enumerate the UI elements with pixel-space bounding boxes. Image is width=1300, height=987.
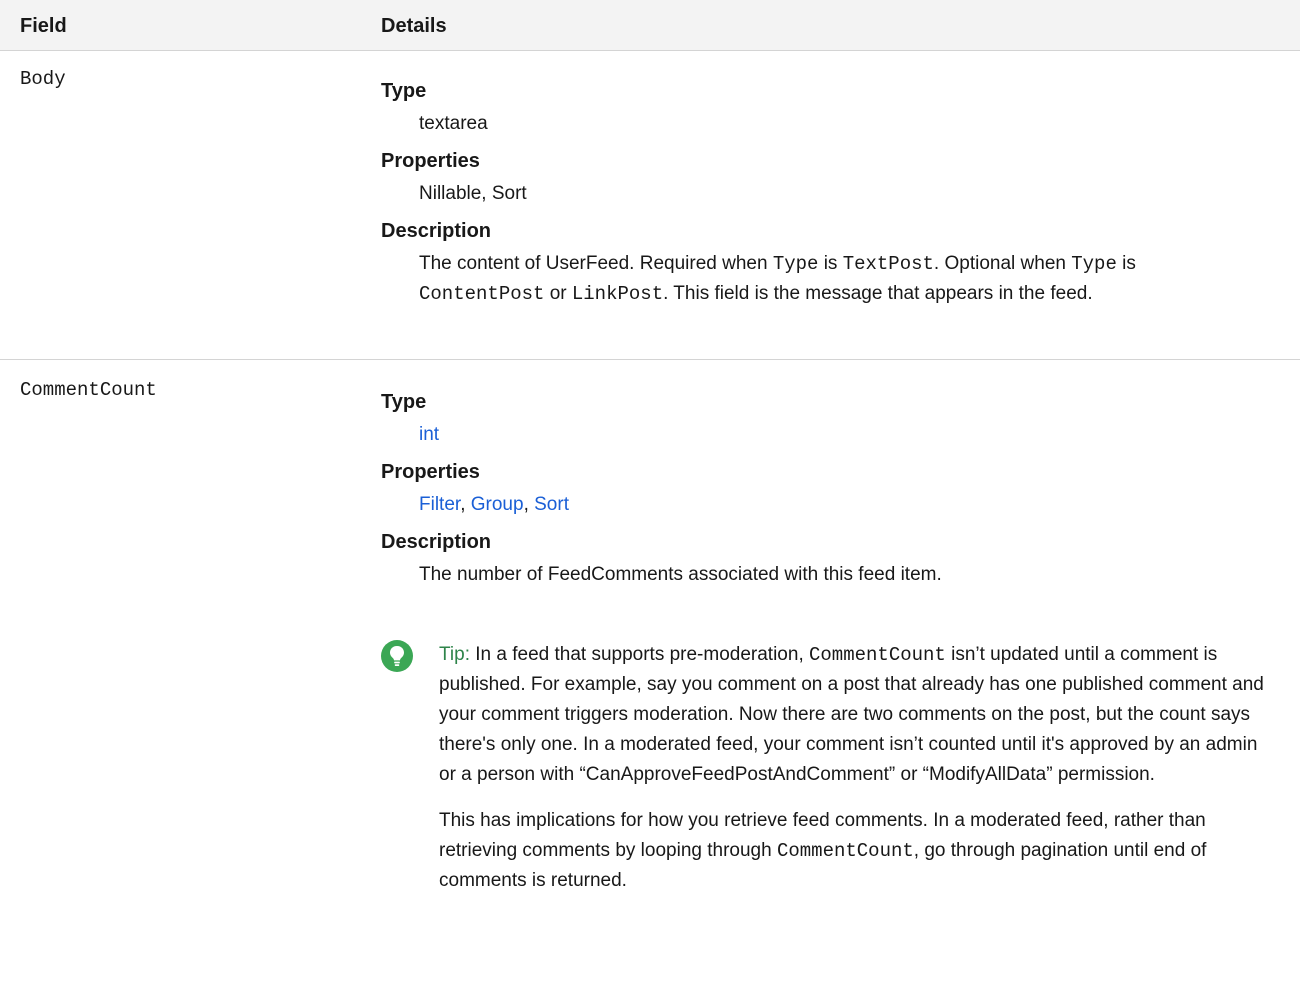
desc-text: is [1116,253,1136,274]
separator: , [460,494,471,515]
code-contentpost: ContentPost [419,283,545,305]
properties-links: Filter, Group, Sort [419,490,1281,520]
type-label: Type [381,80,427,102]
lightbulb-icon [381,640,413,672]
details-commentcount: Type int Properties Filter, Group, Sort … [381,390,1281,600]
desc-text: is [818,253,843,274]
properties-block: Properties Filter, Group, Sort [381,460,1281,520]
description-text: The content of UserFeed. Required when T… [419,249,1281,309]
properties-block: Properties Nillable, Sort [381,149,1281,209]
code-linkpost: LinkPost [571,283,664,305]
column-header-field: Field [20,15,67,37]
description-label: Description [381,531,492,553]
code-commentcount: CommentCount [776,840,914,862]
property-link-filter[interactable]: Filter [419,494,460,515]
property-link-sort[interactable]: Sort [534,494,569,515]
desc-text: or [544,283,572,304]
properties-label: Properties [381,150,480,172]
properties-value: Nillable, Sort [419,183,527,204]
description-label: Description [381,220,492,242]
code-commentcount: CommentCount [809,644,946,666]
description-text: The number of FeedComments associated wi… [419,564,942,585]
row-divider [0,359,1300,360]
code-type: Type [1071,253,1117,275]
code-textpost: TextPost [842,253,934,275]
tip-body: Tip: In a feed that supports pre-moderat… [439,640,1269,912]
type-link-int[interactable]: int [419,424,439,445]
field-name-body: Body [20,68,66,90]
desc-text: . This field is the message that appears… [663,283,1093,304]
description-block: Description The number of FeedComments a… [381,530,1281,590]
property-link-group[interactable]: Group [471,494,524,515]
column-header-details: Details [381,15,447,37]
type-value: textarea [419,113,488,134]
desc-text: . Optional when [933,253,1072,274]
tip-paragraph-2: This has implications for how you retrie… [439,806,1269,896]
type-block: Type int [381,390,1281,450]
tip-label: Tip: [439,644,470,665]
description-block: Description The content of UserFeed. Req… [381,219,1281,309]
desc-text: The content of UserFeed. Required when [419,253,773,274]
type-block: Type textarea [381,79,1281,139]
table-header: Field Details [0,0,1300,51]
field-name-commentcount: CommentCount [20,379,157,401]
details-body: Type textarea Properties Nillable, Sort … [381,79,1281,319]
tip-paragraph-1: Tip: In a feed that supports pre-moderat… [439,640,1269,790]
type-label: Type [381,391,427,413]
code-type: Type [772,253,819,275]
separator: , [523,494,535,515]
tip-text: In a feed that supports pre-moderation, [469,644,809,665]
properties-label: Properties [381,461,480,483]
